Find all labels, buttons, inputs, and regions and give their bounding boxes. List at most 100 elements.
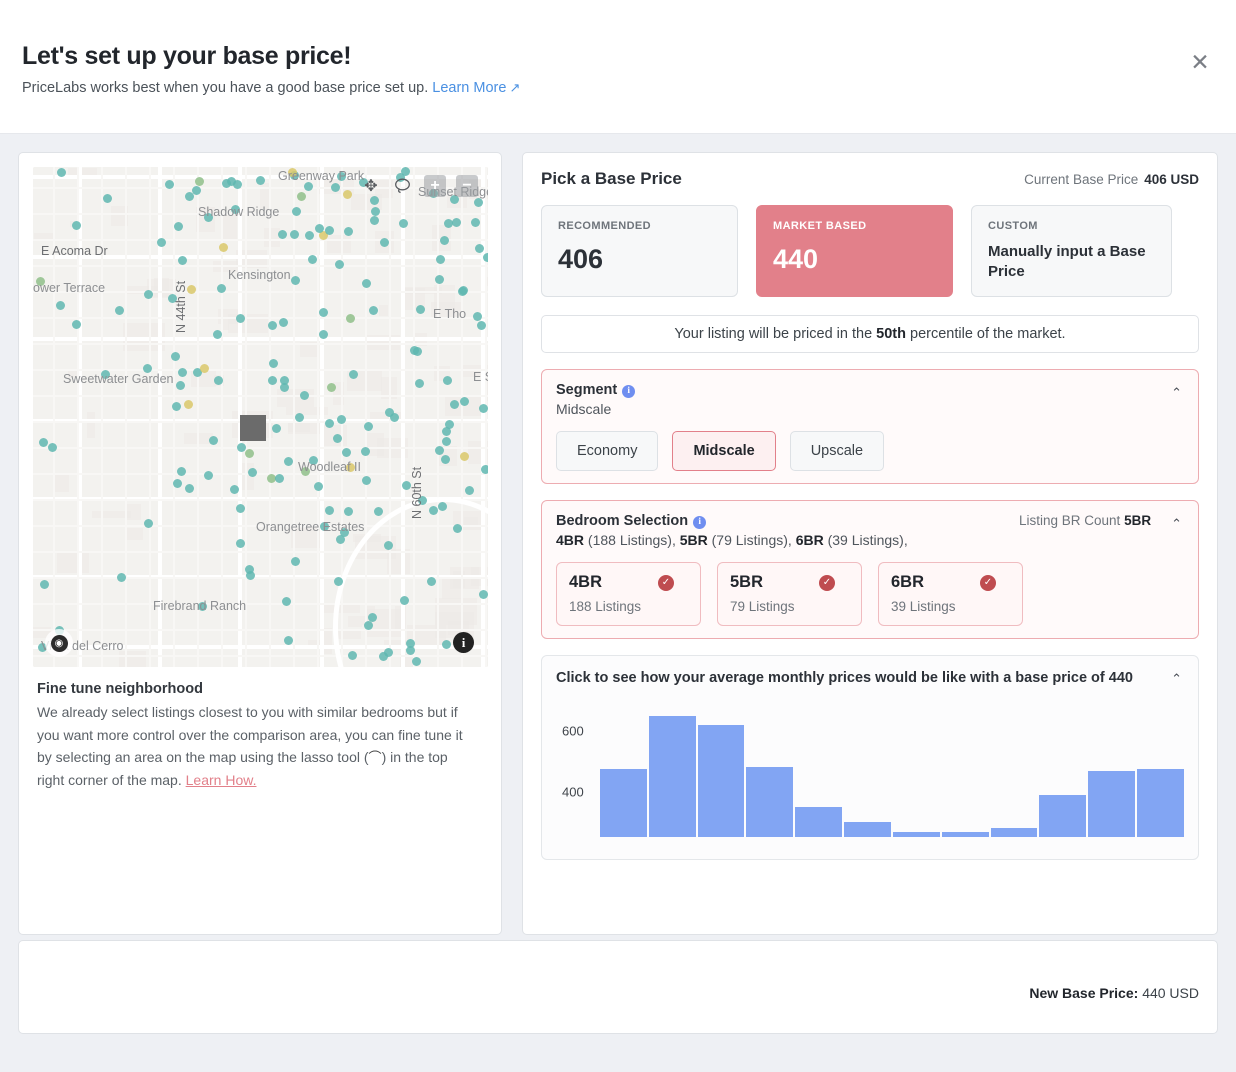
map-listing-dot[interactable]: [436, 255, 445, 264]
map-listing-dot[interactable]: [344, 507, 353, 516]
market-based-price-card[interactable]: MARKET BASED 440: [756, 205, 953, 297]
map-listing-dot[interactable]: [380, 238, 389, 247]
recommended-price-card[interactable]: RECOMMENDED 406: [541, 205, 738, 297]
map-listing-dot[interactable]: [442, 427, 451, 436]
map-listing-dot[interactable]: [209, 436, 218, 445]
map-listing-dot[interactable]: [368, 613, 377, 622]
map-listing-dot[interactable]: [290, 230, 299, 239]
map-listing-dot[interactable]: [435, 446, 444, 455]
map-listing-dot[interactable]: [185, 192, 194, 201]
map-listing-dot[interactable]: [231, 205, 240, 214]
map-listing-dot[interactable]: [452, 218, 461, 227]
bedroom-card-4br[interactable]: 4BR ✓ 188 Listings: [556, 562, 701, 626]
map-listing-dot[interactable]: [400, 596, 409, 605]
map-listing-dot[interactable]: [275, 474, 284, 483]
map-listing-dot[interactable]: [174, 222, 183, 231]
map-listing-dot[interactable]: [178, 256, 187, 265]
map-listing-dot[interactable]: [364, 422, 373, 431]
map-listing-dot[interactable]: [331, 183, 340, 192]
map-listing-dot[interactable]: [237, 443, 246, 452]
map-listing-dot[interactable]: [314, 482, 323, 491]
map-listing-dot[interactable]: [325, 419, 334, 428]
map-listing-dot[interactable]: [453, 524, 462, 533]
map-listing-dot[interactable]: [471, 218, 480, 227]
map-listing-dot[interactable]: [438, 502, 447, 511]
map-listing-dot[interactable]: [204, 213, 213, 222]
map-listing-dot[interactable]: [402, 481, 411, 490]
map-listing-dot[interactable]: [187, 285, 196, 294]
map-listing-dot[interactable]: [40, 580, 49, 589]
map-listing-dot[interactable]: [415, 379, 424, 388]
map-listing-dot[interactable]: [57, 168, 66, 177]
pan-tool-icon[interactable]: ✥: [360, 175, 382, 197]
segment-option-midscale[interactable]: Midscale: [672, 431, 775, 471]
bedroom-card-6br[interactable]: 6BR ✓ 39 Listings: [878, 562, 1023, 626]
map-listing-dot[interactable]: [192, 186, 201, 195]
map-listing-dot[interactable]: [269, 359, 278, 368]
map-listing-dot[interactable]: [176, 381, 185, 390]
custom-price-card[interactable]: CUSTOM Manually input a Base Price: [971, 205, 1172, 297]
map-listing-dot[interactable]: [204, 471, 213, 480]
map-listing-dot[interactable]: [319, 330, 328, 339]
map-listing-dot[interactable]: [115, 306, 124, 315]
map-info-icon[interactable]: i: [453, 632, 474, 653]
learn-how-link[interactable]: Learn How.: [186, 772, 257, 788]
map-listing-dot[interactable]: [320, 522, 329, 531]
close-button[interactable]: ✕: [1186, 48, 1214, 76]
map-listing-dot[interactable]: [384, 541, 393, 550]
map-listing-dot[interactable]: [475, 244, 484, 253]
map-listing-dot[interactable]: [483, 253, 488, 262]
bedroom-card-5br[interactable]: 5BR ✓ 79 Listings: [717, 562, 862, 626]
chevron-up-icon[interactable]: ⌃: [1169, 513, 1184, 534]
map-listing-dot[interactable]: [230, 485, 239, 494]
map-listing-dot[interactable]: [185, 484, 194, 493]
map-listing-dot[interactable]: [144, 290, 153, 299]
map-listing-dot[interactable]: [385, 408, 394, 417]
map-listing-dot[interactable]: [184, 400, 193, 409]
chevron-up-icon[interactable]: ⌃: [1169, 382, 1184, 403]
map-listing-dot[interactable]: [101, 370, 110, 379]
subject-listing-marker[interactable]: [240, 415, 266, 441]
map-listing-dot[interactable]: [315, 224, 324, 233]
map-listing-dot[interactable]: [348, 651, 357, 660]
zoom-out-tool-icon[interactable]: −: [456, 175, 478, 197]
map-listing-dot[interactable]: [418, 496, 427, 505]
map-listing-dot[interactable]: [304, 182, 313, 191]
map-listing-dot[interactable]: [214, 376, 223, 385]
map-listing-dot[interactable]: [481, 465, 488, 474]
segment-option-upscale[interactable]: Upscale: [790, 431, 884, 471]
map-listing-dot[interactable]: [429, 506, 438, 515]
map-listing-dot[interactable]: [343, 190, 352, 199]
map-listing-dot[interactable]: [479, 590, 488, 599]
map-listing-dot[interactable]: [268, 376, 277, 385]
map-listing-dot[interactable]: [103, 194, 112, 203]
map-listing-dot[interactable]: [361, 447, 370, 456]
map-listing-dot[interactable]: [236, 504, 245, 513]
map-listing-dot[interactable]: [442, 640, 451, 649]
map-listing-dot[interactable]: [178, 368, 187, 377]
map-listing-dot[interactable]: [72, 320, 81, 329]
map-listing-dot[interactable]: [364, 621, 373, 630]
map-listing-dot[interactable]: [349, 370, 358, 379]
map-listing-dot[interactable]: [441, 455, 450, 464]
map-listing-dot[interactable]: [305, 231, 314, 240]
map-listing-dot[interactable]: [219, 243, 228, 252]
map-listing-dot[interactable]: [144, 519, 153, 528]
map-listing-dot[interactable]: [268, 321, 277, 330]
info-icon[interactable]: i: [622, 385, 635, 398]
learn-more-link[interactable]: Learn More: [432, 80, 506, 96]
map-listing-dot[interactable]: [233, 180, 242, 189]
lasso-tool-icon[interactable]: [392, 175, 414, 197]
map-listing-dot[interactable]: [173, 479, 182, 488]
chevron-up-icon[interactable]: ⌃: [1169, 668, 1184, 689]
map-listing-dot[interactable]: [157, 238, 166, 247]
info-icon[interactable]: i: [693, 516, 706, 529]
segment-option-economy[interactable]: Economy: [556, 431, 658, 471]
map-listing-dot[interactable]: [327, 383, 336, 392]
map-listing-dot[interactable]: [325, 226, 334, 235]
map-listing-dot[interactable]: [346, 314, 355, 323]
map-listing-dot[interactable]: [450, 400, 459, 409]
neighborhood-map[interactable]: Greenway ParkShadow RidgeSunset RidgeE A…: [33, 167, 488, 667]
map-listing-dot[interactable]: [177, 467, 186, 476]
map-listing-dot[interactable]: [39, 438, 48, 447]
